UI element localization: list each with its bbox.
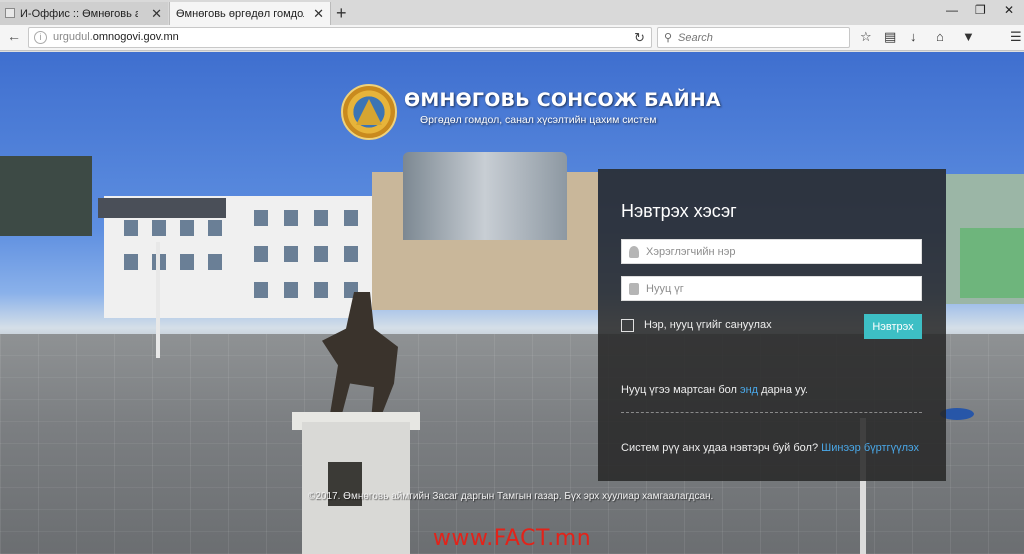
remember-me-checkbox[interactable] — [621, 319, 634, 332]
search-icon: ⚲ — [664, 32, 673, 44]
menu-icon[interactable]: ☰ — [1010, 29, 1022, 45]
maximize-icon[interactable]: ❐ — [975, 3, 986, 17]
home-icon[interactable]: ⌂ — [936, 29, 944, 44]
login-panel: Нэвтрэх хэсэг Нэр, нууц үгийг сануулах Н… — [598, 169, 946, 481]
login-button[interactable]: Нэвтрэх — [864, 314, 922, 339]
street-lamp — [156, 242, 160, 358]
url-text: urgudul.omnogovi.gov.mn — [53, 31, 179, 43]
site-subtitle: Өргөдөл гомдол, санал хүсэлтийн цахим си… — [420, 114, 657, 126]
forgot-password-link[interactable]: энд — [740, 384, 758, 396]
divider — [621, 412, 922, 413]
tab-title: Өмнөговь өргөдөл гомдол, сан — [176, 7, 304, 20]
page-content: ӨМНӨГОВЬ СОНСОЖ БАЙНА Өргөдөл гомдол, са… — [0, 52, 1024, 554]
background-building — [98, 198, 226, 218]
username-input[interactable] — [646, 243, 916, 261]
close-tab-icon[interactable]: ✕ — [151, 6, 162, 22]
tab-strip: И-Оффис :: Өмнөговь айма ✕ Өмнөговь өргө… — [0, 0, 1024, 25]
site-title: ӨМНӨГОВЬ СОНСОЖ БАЙНА — [404, 89, 721, 111]
background-building — [960, 228, 1024, 298]
password-input[interactable] — [646, 280, 916, 298]
remember-me-label[interactable]: Нэр, нууц үгийг сануулах — [644, 319, 772, 331]
tab-ioffice[interactable]: И-Оффис :: Өмнөговь айма ✕ — [0, 2, 168, 25]
download-icon[interactable]: ↓ — [910, 29, 917, 44]
address-bar[interactable]: i urgudul.omnogovi.gov.mn ↻ — [28, 27, 652, 48]
bookmark-star-icon[interactable]: ☆ — [860, 29, 872, 45]
navigation-bar: ← i urgudul.omnogovi.gov.mn ↻ ⚲ ☆ ▤ ↓ ⌂ … — [0, 25, 1024, 51]
pocket-icon[interactable]: ▼ — [962, 29, 975, 44]
new-tab-button[interactable]: + — [336, 3, 347, 24]
password-field[interactable] — [621, 276, 922, 301]
emblem-logo — [341, 84, 397, 140]
watermark: www.FACT.mn — [432, 526, 592, 551]
minimize-icon[interactable]: — — [946, 3, 958, 17]
page-favicon-icon — [5, 8, 15, 18]
register-link[interactable]: Шинээр бүртгүүлэх — [821, 442, 919, 454]
copyright-text: ©2017. Өмнөговь аймгийн Засаг даргын Там… — [308, 491, 714, 502]
lock-icon — [629, 283, 639, 295]
forgot-password-text: Нууц үгээ мартсан бол энд дарна уу. — [621, 384, 808, 396]
background-building — [0, 156, 92, 236]
username-field[interactable] — [621, 239, 922, 264]
login-title: Нэвтрэх хэсэг — [621, 201, 737, 221]
close-tab-icon[interactable]: ✕ — [313, 6, 324, 22]
reload-icon[interactable]: ↻ — [634, 30, 645, 46]
back-arrow-icon[interactable]: ← — [7, 28, 21, 44]
search-box[interactable]: ⚲ — [657, 27, 850, 48]
tab-urgudul[interactable]: Өмнөговь өргөдөл гомдол, сан ✕ — [169, 2, 331, 25]
background-building — [403, 152, 567, 240]
reading-list-icon[interactable]: ▤ — [884, 29, 896, 45]
register-text: Систем рүү анх удаа нэвтэрч буй бол? Шин… — [621, 442, 919, 454]
info-icon[interactable]: i — [34, 31, 47, 44]
user-icon — [629, 246, 639, 258]
tab-title: И-Оффис :: Өмнөговь айма — [20, 7, 138, 20]
search-input[interactable] — [678, 29, 843, 46]
close-window-icon[interactable]: ✕ — [1004, 3, 1014, 17]
